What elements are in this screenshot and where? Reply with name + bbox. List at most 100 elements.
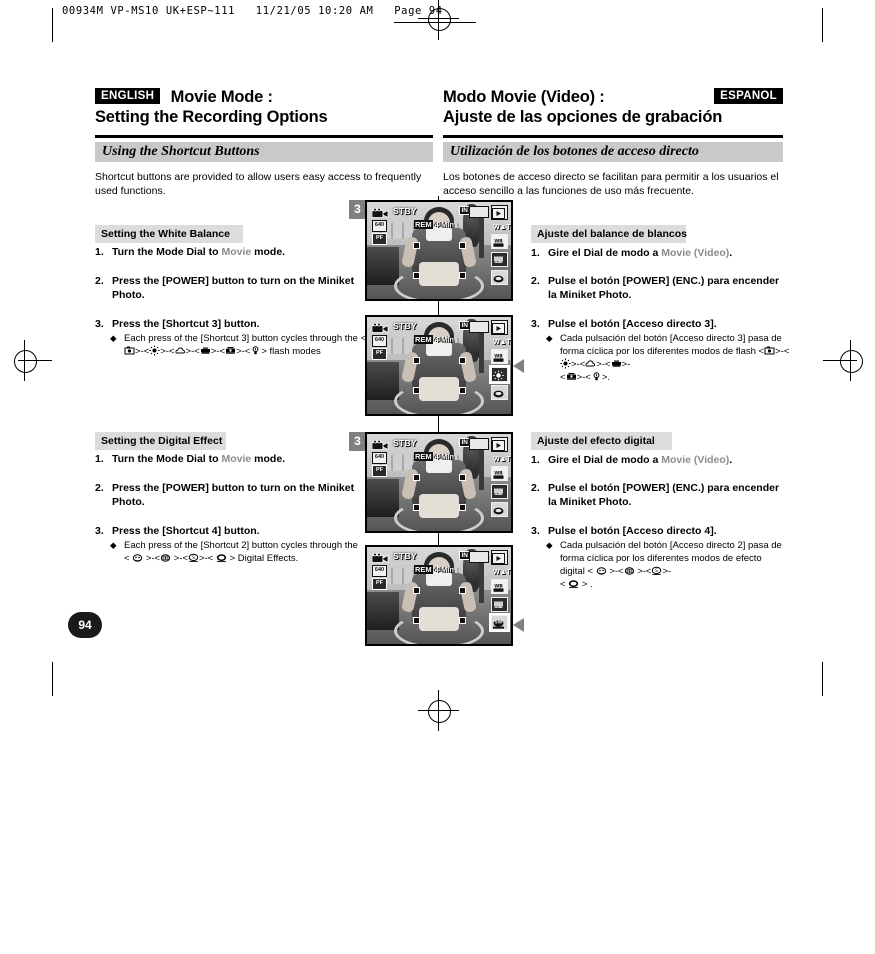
spanish-wb-step-1: 1. Gire el Dial de modo a Movie (Video). <box>531 246 811 260</box>
focus-frame-mark-tr <box>459 587 466 594</box>
english-subhead-digital-effect: Setting the Digital Effect <box>95 432 226 450</box>
step-text: Gire el Dial de modo a Movie (Video). <box>548 246 811 260</box>
english-wb-step-3: 3. Press the [Shortcut 3] button. <box>95 317 385 331</box>
step-number: 3. <box>95 525 104 537</box>
step-number: 3. <box>531 525 540 537</box>
wb-fluorescent-h-icon <box>225 345 237 356</box>
focus-frame-mark-bl <box>413 387 420 394</box>
bullet-text-pre: Cada pulsación del botón [Acceso directo… <box>560 540 782 577</box>
step-text-post: . <box>729 247 733 259</box>
focus-frame-mark-bl <box>413 504 420 511</box>
step-text: Press the [POWER] button to turn on the … <box>112 275 355 301</box>
remaining-time-label: REM 4 Min <box>414 335 454 344</box>
effect-sepia-selected-icon: SW <box>489 613 510 632</box>
osd-overlay-3: STBY 640 PF REM 4 Min IN W▲T WB <box>367 434 511 531</box>
focus-mode-icon <box>491 484 508 499</box>
english-subhead-white-balance: Setting the White Balance <box>95 225 243 243</box>
digital-effect-icon <box>491 270 508 285</box>
step-number: 2. <box>95 482 104 494</box>
bullet-text-pre: Each press of the [Shortcut 3] button cy… <box>124 333 361 344</box>
wb-tungsten-icon <box>590 371 602 382</box>
english-intro-text: Shortcut buttons are provided to allow u… <box>95 171 422 197</box>
step-text: Pulse el botón [Acceso directo 3]. <box>548 318 717 330</box>
bullet-text-pre: Cada pulsación del botón [Acceso directo… <box>560 333 782 357</box>
step-number: 2. <box>531 275 540 287</box>
lcd-screenshot-1: STBY 640 PF REM 4 Min IN W▲T WB <box>365 200 513 301</box>
osd-overlay-1: STBY 640 PF REM 4 Min IN W▲T WB <box>367 202 511 299</box>
focus-frame-mark-tr <box>459 474 466 481</box>
wb-daylight-selected-icon <box>489 365 510 384</box>
digital-effect-icon <box>491 385 508 400</box>
bullet-text: Each press of the [Shortcut 3] button cy… <box>124 333 367 357</box>
registration-cross-left-v <box>24 340 25 381</box>
resolution-chip: 640 <box>372 565 387 577</box>
white-balance-icon: WB <box>491 466 508 481</box>
diamond-bullet-icon: ◆ <box>110 540 117 550</box>
resolution-chip: 640 <box>372 452 387 464</box>
step-text: Press the [Shortcut 4] button. <box>112 525 260 537</box>
osd-overlay-2: STBY 640 PF REM 4 Min IN W▲T WB <box>367 317 511 414</box>
english-language-tag: ENGLISH <box>95 88 161 104</box>
english-running-head: ENGLISH Movie Mode : Setting the Recordi… <box>95 88 435 127</box>
english-de-step-3: 3. Press the [Shortcut 4] button. <box>95 524 385 538</box>
battery-indicator-icon <box>469 206 489 218</box>
crop-mark-top-right-v <box>822 8 823 42</box>
english-de-step-2: 2. Press the [POWER] button to turn on t… <box>95 481 375 509</box>
zoom-indicator-icon: W▲T <box>493 339 511 346</box>
spanish-language-tag: ESPANOL <box>714 88 783 104</box>
recording-status-label: STBY <box>393 551 417 561</box>
step-text: Press the [POWER] button to turn on the … <box>112 482 355 508</box>
spanish-wb-bullet: ◆ Cada pulsación del botón [Acceso direc… <box>546 332 791 384</box>
svg-text:S: S <box>656 568 659 574</box>
effect-sepia-icon: S <box>651 565 663 576</box>
step-text: Turn the Mode Dial to Movie mode. <box>112 452 385 466</box>
callout-badge-2: 3 <box>349 432 366 451</box>
registration-mark-bottom <box>428 700 451 723</box>
focus-frame-mark-bl <box>413 272 420 279</box>
movie-mode-icon <box>371 321 389 334</box>
wb-cloudy-icon <box>174 345 186 356</box>
registration-cross-top-h <box>418 18 459 19</box>
bullet-text-post: . <box>607 372 611 383</box>
wb-auto-icon <box>764 345 776 356</box>
english-title-line2: Setting the Recording Options <box>95 108 328 126</box>
focus-frame-mark-br <box>459 272 466 279</box>
bullet-text: Each press of the [Shortcut 2] button cy… <box>124 540 358 564</box>
spanish-de-step-2: 2. Pulse el botón [POWER] (ENC.) para en… <box>531 481 786 509</box>
bullet-text-post: Digital Effects. <box>235 553 299 564</box>
effect-mosaic-icon <box>623 565 635 576</box>
step-text: Pulse el botón [Acceso directo 4]. <box>548 525 717 537</box>
step-text-pre: Turn the Mode Dial to <box>112 246 222 258</box>
playback-mode-icon <box>491 550 508 565</box>
step-number: 1. <box>95 246 104 258</box>
step-text: Turn the Mode Dial to Movie mode. <box>112 245 385 259</box>
battery-indicator-icon <box>469 438 489 450</box>
wb-auto-icon <box>124 345 135 356</box>
lcd-screenshot-3: STBY 640 PF REM 4 Min IN W▲T WB <box>365 432 513 533</box>
spanish-de-step-1: 1. Gire el Dial de modo a Movie (Video). <box>531 453 811 467</box>
remaining-time-label: REM 4 Min <box>414 565 454 574</box>
english-title-line1: Movie Mode : <box>170 88 273 106</box>
diamond-bullet-icon: ◆ <box>546 333 553 343</box>
english-wb-step-2: 2. Press the [POWER] button to turn on t… <box>95 274 375 302</box>
zoom-indicator-icon: W▲T <box>493 569 511 576</box>
bullet-text: Cada pulsación del botón [Acceso directo… <box>560 540 782 590</box>
effect-art-icon <box>595 565 607 576</box>
wb-fluorescent-h-icon <box>565 371 577 382</box>
step-number: 1. <box>531 247 540 259</box>
spanish-wb-step-3: 3. Pulse el botón [Acceso directo 3]. <box>531 317 811 331</box>
callout-badge-1: 3 <box>349 200 366 219</box>
bullet-text-post: flash modes <box>266 346 321 357</box>
playback-mode-icon <box>491 205 508 220</box>
english-wb-step-1: 1. Turn the Mode Dial to Movie mode. <box>95 245 385 259</box>
white-balance-icon: WB <box>491 579 508 594</box>
playback-mode-icon <box>491 320 508 335</box>
effect-mosaic-icon <box>160 552 172 563</box>
focus-frame-mark-bl <box>413 617 420 624</box>
spanish-intro-text: Los botones de acceso directo se facilit… <box>443 171 779 197</box>
zoom-indicator-icon: W▲T <box>493 456 511 463</box>
bullet-text-post: . <box>587 579 593 590</box>
step-text-pre: Turn the Mode Dial to <box>112 453 222 465</box>
movie-mode-icon <box>371 551 389 564</box>
effect-negative-icon <box>568 578 580 589</box>
